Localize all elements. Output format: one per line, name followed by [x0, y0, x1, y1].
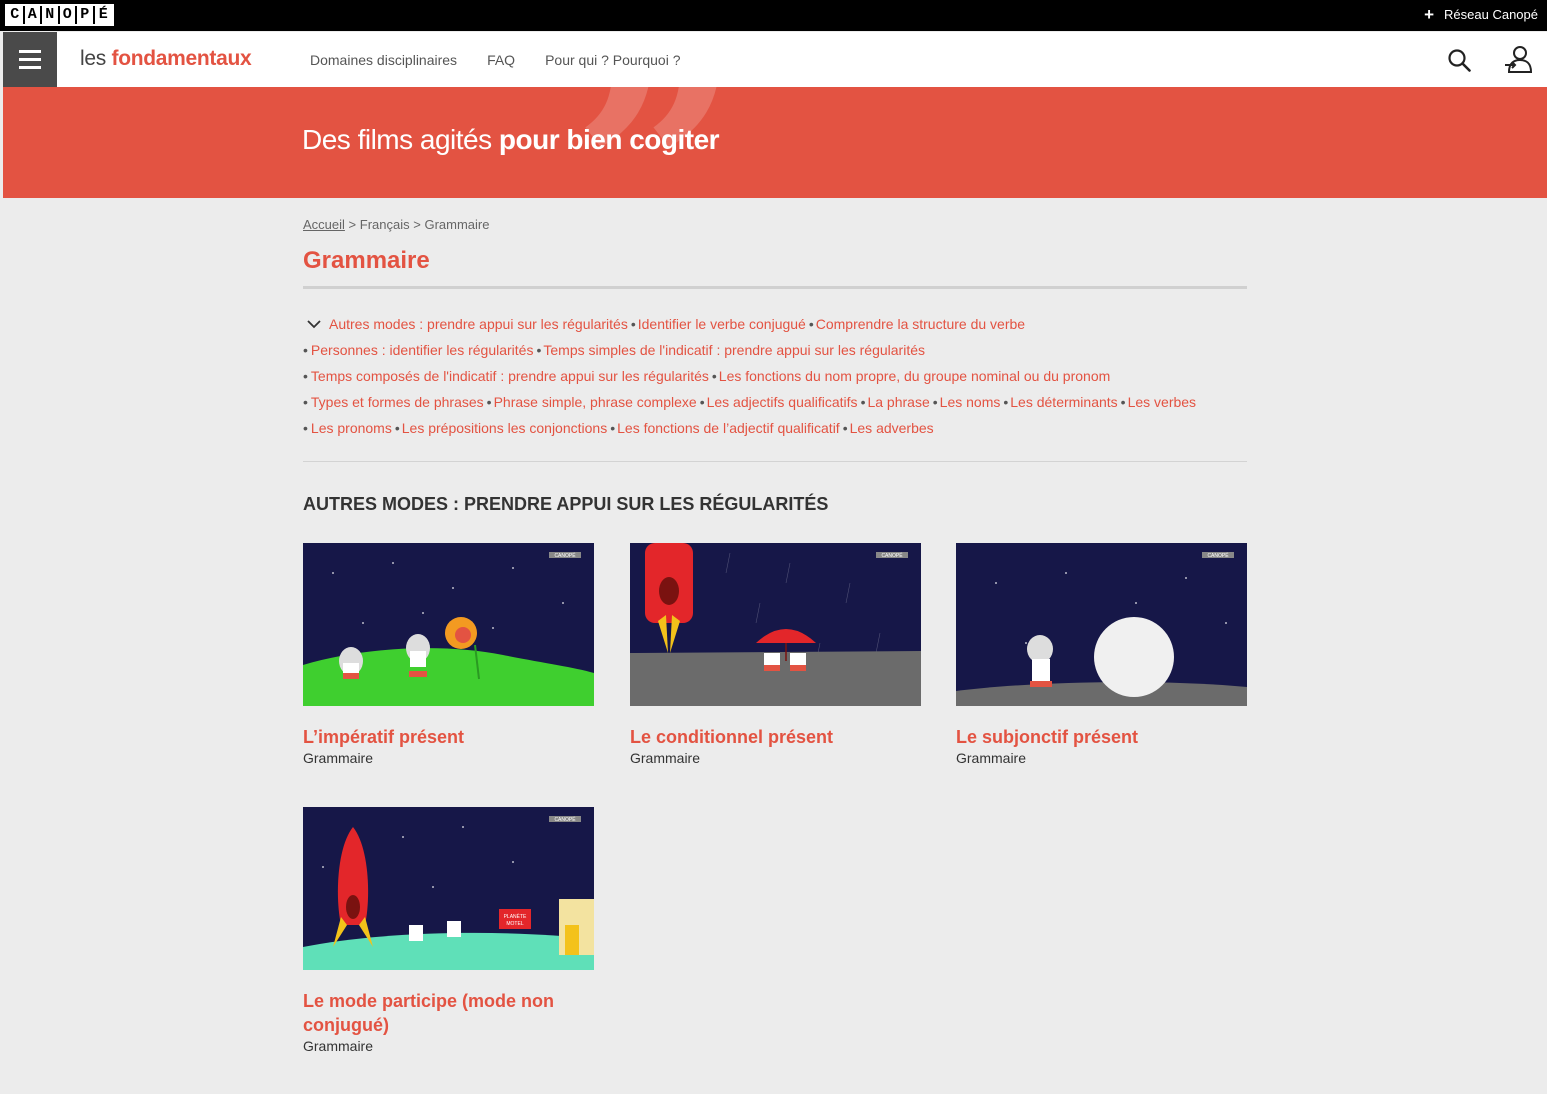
brand-logo[interactable]: les fondamentaux — [80, 47, 252, 71]
brand-les: les — [80, 47, 106, 70]
topic-link[interactable]: Les fonctions de l’adjectif qualificatif — [617, 420, 840, 436]
chevron-down-icon[interactable] — [307, 317, 321, 331]
video-card[interactable]: CANOPÉ Le conditionnel présent Grammaire — [630, 543, 921, 766]
logo-letter: P — [77, 6, 95, 24]
canope-logo[interactable]: C A N O P É — [5, 4, 114, 26]
topic-link[interactable]: Les adjectifs qualificatifs — [707, 394, 858, 410]
logo-letter: É — [94, 6, 112, 24]
breadcrumb-level2: Grammaire — [424, 217, 490, 232]
video-thumbnail[interactable]: CANOPÉ — [630, 543, 921, 706]
breadcrumb-home[interactable]: Accueil — [303, 217, 345, 232]
topic-link[interactable]: Phrase simple, phrase complexe — [494, 394, 697, 410]
card-subtitle: Grammaire — [303, 1038, 374, 1054]
hamburger-icon-bar — [19, 58, 41, 61]
hamburger-icon — [19, 50, 41, 53]
plus-icon: + — [1424, 5, 1435, 24]
topics-divider — [303, 461, 1247, 462]
topic-link[interactable]: Les noms — [940, 394, 1001, 410]
topic-link[interactable]: Temps simples de l'indicatif : prendre a… — [543, 342, 925, 358]
video-thumbnail[interactable]: CANOPÉ — [303, 543, 594, 706]
topic-link[interactable]: Temps composés de l'indicatif : prendre … — [311, 368, 709, 384]
page-title: Grammaire — [303, 247, 430, 274]
nav-pour-qui[interactable]: Pour qui ? Pourquoi ? — [545, 52, 680, 68]
topic-link[interactable]: Les adverbes — [850, 420, 934, 436]
title-divider — [303, 286, 1247, 289]
card-subtitle: Grammaire — [303, 750, 374, 766]
card-title[interactable]: Le mode participe (mode non conjugué) — [303, 989, 594, 1037]
video-card[interactable]: CANOPÉ PLANÈTE MOTEL Le mode participe (… — [303, 807, 594, 1054]
card-title[interactable]: Le conditionnel présent — [630, 725, 921, 749]
site-header: les fondamentaux Domaines disciplinaires… — [3, 32, 1547, 87]
logo-letter: O — [59, 6, 77, 24]
video-thumbnail[interactable]: CANOPÉ PLANÈTE MOTEL — [303, 807, 594, 970]
reseau-canope-link[interactable]: + Réseau Canopé — [1424, 5, 1538, 24]
nav-faq[interactable]: FAQ — [487, 52, 515, 68]
svg-text:CANOPÉ: CANOPÉ — [554, 816, 576, 823]
banner-slogan: Des films agités pour bien cogiter — [302, 124, 720, 156]
menu-button[interactable] — [3, 32, 57, 87]
topic-link[interactable]: Identifier le verbe conjugué — [638, 316, 806, 332]
card-subtitle: Grammaire — [956, 750, 1027, 766]
svg-text:CANOPÉ: CANOPÉ — [1207, 552, 1229, 559]
hamburger-icon-bar — [19, 66, 41, 69]
topic-link[interactable]: Les verbes — [1128, 394, 1196, 410]
topic-link[interactable]: Les prépositions les conjonctions — [402, 420, 607, 436]
svg-text:CANOPÉ: CANOPÉ — [554, 552, 576, 559]
svg-text:MOTEL: MOTEL — [506, 921, 523, 927]
video-card[interactable]: CANOPÉ L’impératif présent Grammaire — [303, 543, 594, 766]
topic-link[interactable]: Personnes : identifier les régularités — [311, 342, 534, 358]
breadcrumb-sep: > — [413, 217, 421, 232]
slogan-bold: pour bien cogiter — [498, 124, 720, 155]
breadcrumb: Accueil > Français > Grammaire — [303, 217, 489, 232]
top-bar: C A N O P É + Réseau Canopé — [0, 0, 1547, 31]
user-login-icon[interactable] — [1503, 44, 1533, 74]
topic-list: Autres modes : prendre appui sur les rég… — [303, 316, 1197, 436]
topic-link[interactable]: Comprendre la structure du verbe — [816, 316, 1025, 332]
topic-link[interactable]: Les pronoms — [311, 420, 392, 436]
main-nav: Domaines disciplinaires FAQ Pour qui ? P… — [310, 52, 681, 68]
logo-letter: C — [7, 6, 25, 24]
nav-domaines[interactable]: Domaines disciplinaires — [310, 52, 457, 68]
search-icon[interactable] — [1447, 48, 1471, 72]
logo-letter: N — [42, 6, 60, 24]
svg-text:CANOPÉ: CANOPÉ — [881, 552, 903, 559]
topic-link[interactable]: Autres modes : prendre appui sur les rég… — [329, 316, 628, 332]
card-title[interactable]: L’impératif présent — [303, 725, 594, 749]
topic-link[interactable]: Les déterminants — [1010, 394, 1117, 410]
breadcrumb-sep: > — [348, 217, 357, 232]
reseau-label: Réseau Canopé — [1444, 7, 1538, 22]
card-subtitle: Grammaire — [630, 750, 701, 766]
breadcrumb-level1: Français — [359, 217, 410, 232]
section-title: AUTRES MODES : PRENDRE APPUI SUR LES RÉG… — [303, 494, 829, 514]
card-title[interactable]: Le subjonctif présent — [956, 725, 1247, 749]
video-card[interactable]: CANOPÉ Le subjonctif présent Grammaire — [956, 543, 1247, 766]
svg-text:PLANÈTE: PLANÈTE — [504, 913, 527, 920]
topic-link[interactable]: Les fonctions du nom propre, du groupe n… — [719, 368, 1110, 384]
topic-link[interactable]: La phrase — [867, 394, 929, 410]
logo-letter: A — [24, 6, 42, 24]
hero-banner: ” Des films agités pour bien cogiter — [3, 87, 1547, 198]
topic-link[interactable]: Types et formes de phrases — [311, 394, 484, 410]
video-thumbnail[interactable]: CANOPÉ — [956, 543, 1247, 706]
brand-fondamentaux: fondamentaux — [111, 47, 252, 70]
slogan-light: Des films agités — [302, 124, 492, 155]
